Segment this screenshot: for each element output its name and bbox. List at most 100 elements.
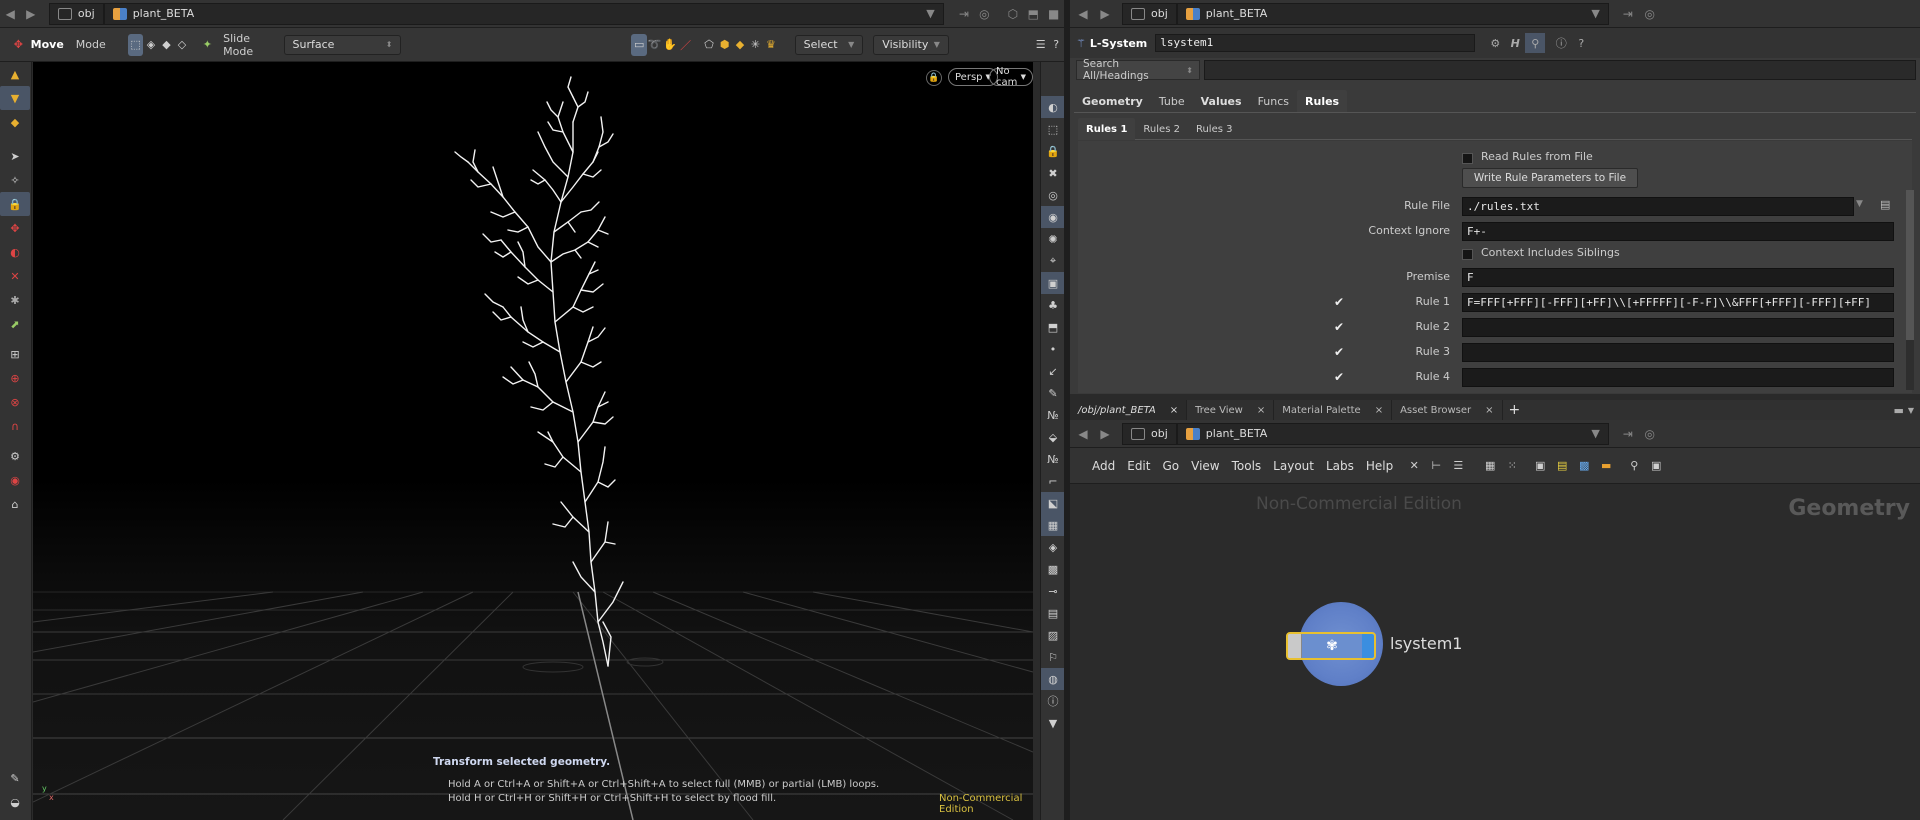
path-dropdown-icon[interactable]: ▼ bbox=[1591, 427, 1599, 440]
wrench-icon[interactable]: ✕ bbox=[1403, 455, 1425, 477]
select-3d-icon[interactable]: ♛ bbox=[763, 34, 778, 56]
rule-2-field[interactable] bbox=[1462, 318, 1894, 337]
path-root[interactable]: obj bbox=[1122, 422, 1177, 445]
display-bbox-icon[interactable]: ⌐ bbox=[1041, 470, 1065, 492]
maximize-icon[interactable]: ■ bbox=[1044, 3, 1064, 25]
pose-tool-icon[interactable]: ✧ bbox=[0, 168, 30, 192]
display-flag-icon[interactable]: ⚐ bbox=[1041, 646, 1065, 668]
display-tree-icon[interactable]: ♣ bbox=[1041, 294, 1065, 316]
forward-arrow-icon[interactable]: ▶ bbox=[1094, 3, 1116, 25]
link-icon[interactable]: ◎ bbox=[974, 3, 994, 25]
transform-tool-icon[interactable]: ✥ bbox=[0, 216, 30, 240]
display-options-icon[interactable]: ◒ bbox=[0, 790, 30, 814]
params-scroll-thumb[interactable] bbox=[1906, 190, 1914, 340]
display-points-icon[interactable]: • bbox=[1041, 338, 1065, 360]
view-tool-icon[interactable]: ◆ bbox=[0, 110, 30, 134]
flipbook-icon[interactable]: ▣ bbox=[1645, 455, 1667, 477]
visibility-dropdown[interactable]: Visibility ▼ bbox=[873, 34, 949, 55]
snap-grid-icon[interactable]: ⊞ bbox=[0, 342, 30, 366]
pane-layout-icon[interactable]: ▬ bbox=[1893, 404, 1903, 417]
select-dropdown[interactable]: Select ▼ bbox=[794, 34, 864, 55]
tab-rules[interactable]: Rules bbox=[1297, 90, 1348, 112]
slide-mode-select[interactable]: Surface ⬍ bbox=[283, 34, 402, 55]
display-stereo-icon[interactable]: ⊸ bbox=[1041, 580, 1065, 602]
subtab-rules-1[interactable]: Rules 1 bbox=[1078, 118, 1136, 140]
display-numbers-icon[interactable]: № bbox=[1041, 404, 1065, 426]
display-grid-icon[interactable]: ▦ bbox=[1041, 514, 1065, 536]
select-connected-icon[interactable]: ⬢ bbox=[717, 34, 732, 56]
menu-view[interactable]: View bbox=[1185, 459, 1225, 473]
menu-labs[interactable]: Labs bbox=[1320, 459, 1360, 473]
snap-options-icon[interactable]: ⚙ bbox=[0, 444, 30, 468]
display-light-icon[interactable]: ◉ bbox=[1041, 206, 1065, 228]
search-toggle-icon[interactable]: ⚲ bbox=[1525, 33, 1546, 53]
material-icon[interactable]: ▬ bbox=[1595, 455, 1617, 477]
tab-tube[interactable]: Tube bbox=[1151, 90, 1193, 112]
gear-icon[interactable]: ⚙ bbox=[1485, 37, 1505, 50]
rule-1-field[interactable]: F=FFF[+FFF][-FFF][+FF]\\[+FFFFF][-F-F]\\… bbox=[1462, 293, 1894, 312]
magnet-icon[interactable]: ∩ bbox=[0, 414, 30, 438]
menu-layout[interactable]: Layout bbox=[1267, 459, 1320, 473]
select-edges-icon[interactable]: ◈ bbox=[143, 34, 158, 56]
search-input[interactable]: Search All/Headings ⬍ bbox=[1076, 58, 1200, 82]
select-vertices-icon[interactable]: ◇ bbox=[174, 34, 189, 56]
paint-select-icon[interactable]: ✋ bbox=[662, 34, 677, 56]
tree-layout-icon[interactable]: ⊢ bbox=[1425, 455, 1447, 477]
back-arrow-icon[interactable]: ◀ bbox=[1072, 423, 1094, 445]
display-edges-icon[interactable]: ⬙ bbox=[1041, 426, 1065, 448]
handle-tool-icon[interactable]: ▲ bbox=[0, 62, 30, 86]
tab-values[interactable]: Values bbox=[1193, 90, 1250, 112]
pin-icon[interactable]: ⇥ bbox=[954, 3, 974, 25]
display-prim-numbers-icon[interactable]: № bbox=[1041, 448, 1065, 470]
menu-go[interactable]: Go bbox=[1156, 459, 1185, 473]
rule-3-field[interactable] bbox=[1462, 343, 1894, 362]
nocam-button[interactable]: No cam ▼ bbox=[989, 66, 1033, 88]
dots-grid-icon[interactable]: ⁙ bbox=[1501, 455, 1523, 477]
write-rules-button[interactable]: Write Rule Parameters to File bbox=[1462, 168, 1638, 188]
path-node[interactable]: plant_BETA ▼ bbox=[103, 2, 944, 25]
search-field[interactable] bbox=[1204, 60, 1916, 80]
lock-tool-icon[interactable]: 🔒 bbox=[0, 192, 30, 216]
tab-asset-browser[interactable]: Asset Browser × bbox=[1392, 400, 1503, 420]
display-camera-icon[interactable]: ◎ bbox=[1041, 184, 1065, 206]
background-image-icon[interactable]: ▩ bbox=[1573, 455, 1595, 477]
snap-point-icon[interactable]: ⊗ bbox=[0, 390, 30, 414]
network-canvas[interactable]: Non-Commercial Edition Geometry ✾ lsyste… bbox=[1070, 484, 1920, 820]
select-points-icon[interactable]: ⬚ bbox=[127, 33, 144, 56]
sticky-note-icon[interactable]: ▤ bbox=[1551, 455, 1573, 477]
laser-select-icon[interactable]: ／ bbox=[678, 34, 693, 56]
path-node[interactable]: plant_BETA ▼ bbox=[1176, 422, 1609, 445]
display-template-icon[interactable]: ⬚ bbox=[1041, 118, 1065, 140]
close-icon[interactable]: × bbox=[1170, 405, 1178, 416]
premise-field[interactable]: F bbox=[1462, 268, 1894, 287]
path-dropdown-icon[interactable]: ▼ bbox=[926, 7, 934, 20]
display-wire-icon[interactable]: ⬕ bbox=[1041, 492, 1065, 514]
node-display-flag[interactable] bbox=[1362, 634, 1374, 658]
rule-file-dropdown-icon[interactable]: ▼ bbox=[1856, 199, 1863, 209]
select-hidden-icon[interactable]: ✳ bbox=[748, 34, 763, 56]
brush-tool-icon[interactable]: ✱ bbox=[0, 288, 30, 312]
read-rules-checkbox[interactable] bbox=[1462, 153, 1473, 164]
back-arrow-icon[interactable]: ◀ bbox=[0, 3, 20, 25]
display-uv-icon[interactable]: ✎ bbox=[1041, 382, 1065, 404]
info-icon[interactable]: ⓘ bbox=[1551, 35, 1571, 51]
scale-tool-icon[interactable]: ✕ bbox=[0, 264, 30, 288]
arrow-tool-icon[interactable]: ➤ bbox=[0, 144, 30, 168]
image-icon[interactable]: ▣ bbox=[1529, 455, 1551, 477]
grid-view-icon[interactable]: ▦ bbox=[1479, 455, 1501, 477]
menu-help[interactable]: Help bbox=[1360, 459, 1399, 473]
forward-arrow-icon[interactable]: ▶ bbox=[1094, 423, 1116, 445]
camera-tool-icon[interactable]: ⌂ bbox=[0, 492, 30, 516]
rule-file-field[interactable]: ./rules.txt bbox=[1462, 197, 1854, 216]
display-texture-icon[interactable]: ▩ bbox=[1041, 558, 1065, 580]
select-pattern-icon[interactable]: ◆ bbox=[732, 34, 747, 56]
slide-mode-icon[interactable]: ✦ bbox=[200, 34, 215, 56]
tab-tree-view[interactable]: Tree View × bbox=[1187, 400, 1275, 420]
display-flipbook-icon[interactable]: ⬒ bbox=[1041, 316, 1065, 338]
help-h-icon[interactable]: H bbox=[1505, 37, 1525, 50]
close-icon[interactable]: × bbox=[1485, 405, 1493, 416]
bone-tool-icon[interactable]: ⬈ bbox=[0, 312, 30, 336]
context-siblings-checkbox[interactable] bbox=[1462, 249, 1473, 260]
split-view-icon[interactable]: ⬒ bbox=[1023, 3, 1043, 25]
link-icon[interactable]: ◎ bbox=[1639, 423, 1661, 445]
